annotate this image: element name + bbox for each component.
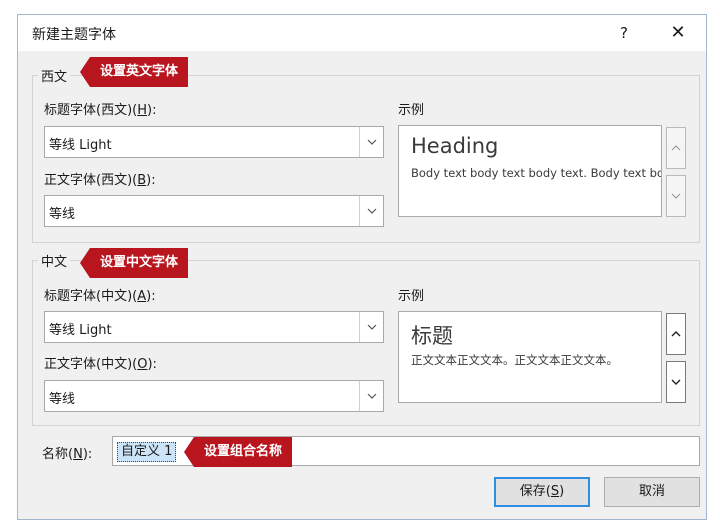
chinese-body-font-select[interactable]: 等线 [44,380,384,412]
chinese-sample-body: 正文文本正文文本。正文文本正文文本。 [411,353,618,367]
save-button[interactable]: 保存(S) [494,477,590,507]
annotation-chinese-font: 设置中文字体 [79,248,189,278]
chinese-scroll-down-button[interactable] [666,361,686,403]
chevron-down-icon[interactable] [359,196,383,226]
western-body-font-value: 等线 [49,207,76,222]
chinese-heading-font-select[interactable]: 等线 Light [44,311,384,343]
cancel-button[interactable]: 取消 [604,477,700,507]
chinese-sample-label: 示例 [398,289,425,304]
chevron-up-icon [671,145,681,151]
western-sample-label: 示例 [398,103,425,118]
name-input-value: 自定义 1 [117,442,177,462]
chinese-sample-preview: 标题 正文文本正文文本。正文文本正文文本。 [398,311,662,403]
chinese-scroll-up-button[interactable] [666,313,686,355]
western-scroll-up-button[interactable] [666,127,686,169]
chinese-sample-heading: 标题 [411,324,453,348]
dialog-title: 新建主题字体 [32,27,116,43]
chinese-heading-font-value: 等线 Light [49,323,112,338]
chevron-down-icon[interactable] [359,381,383,411]
western-sample-heading: Heading [411,134,499,158]
western-sample-body: Body text body text body text. Body text… [411,166,662,180]
new-theme-fonts-dialog: 新建主题字体 ? ✕ 西文 标题字体(西文)(H): 等线 Light 正文字体… [17,14,707,520]
western-heading-font-select[interactable]: 等线 Light [44,126,384,158]
chinese-group-legend: 中文 [38,251,71,270]
name-label: 名称(N): [42,447,93,462]
western-sample-preview: Heading Body text body text body text. B… [398,125,662,217]
chinese-heading-font-label: 标题字体(中文)(A): [44,289,156,304]
chevron-down-icon[interactable] [359,127,383,157]
chinese-body-font-value: 等线 [49,392,76,407]
close-icon[interactable]: ✕ [666,21,690,45]
chinese-body-font-label: 正文字体(中文)(O): [44,357,157,372]
chevron-down-icon [671,193,681,199]
western-scroll-down-button[interactable] [666,175,686,217]
title-bar: 新建主题字体 ? ✕ [18,15,706,51]
western-body-font-label: 正文字体(西文)(B): [44,173,156,188]
help-icon[interactable]: ? [612,21,636,45]
western-heading-font-label: 标题字体(西文)(H): [44,103,157,118]
annotation-western-font: 设置英文字体 [79,57,189,87]
chevron-down-icon[interactable] [359,312,383,342]
western-heading-font-value: 等线 Light [49,138,112,153]
western-group-legend: 西文 [38,66,71,85]
chevron-down-icon [671,379,681,385]
western-body-font-select[interactable]: 等线 [44,195,384,227]
chevron-up-icon [671,331,681,337]
annotation-name: 设置组合名称 [183,437,293,467]
